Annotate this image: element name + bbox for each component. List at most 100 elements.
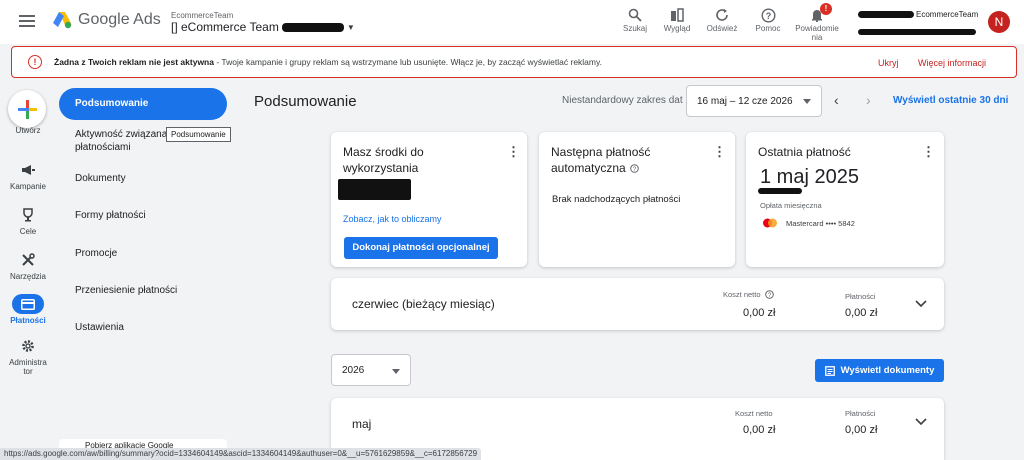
alert-title: Żadna z Twoich reklam nie jest aktywna — [54, 57, 214, 67]
more-options-icon[interactable]: ⋮ — [922, 144, 935, 160]
next-payment-card: Następna płatność automatyczna ? ⋮ Brak … — [539, 132, 735, 267]
help-icon[interactable]: ? — [629, 163, 639, 173]
account-name: [] eCommerce Team — [171, 20, 279, 34]
chevron-down-icon[interactable] — [915, 418, 927, 426]
mastercard-icon — [763, 218, 777, 228]
available-funds-title-line2: wykorzystania — [343, 161, 419, 175]
create-label-item[interactable]: Utwórz — [0, 126, 56, 135]
nav-campaigns-label: Kampanie — [9, 182, 47, 191]
appearance-button[interactable]: Wygląd — [662, 6, 692, 33]
nav-goals[interactable]: Cele — [0, 205, 56, 236]
next-payment-title-line1: Następna płatność — [551, 145, 651, 159]
nav-campaigns[interactable]: Kampanie — [0, 160, 56, 191]
refresh-icon — [715, 6, 729, 24]
year-value: 2026 — [342, 365, 365, 376]
how-calculated-link[interactable]: Zobacz, jak to obliczamy — [343, 214, 442, 224]
may-net-cost-label: Koszt netto — [735, 409, 773, 418]
nav-admin-label-line2: tor — [23, 367, 33, 376]
notifications-button[interactable]: ! Powiadomie nia — [793, 3, 841, 42]
subnav-payment-activity-line2: płatnościami — [75, 142, 131, 153]
document-icon — [824, 365, 835, 376]
more-info-link[interactable]: Więcej informacji — [918, 58, 986, 68]
nav-tools[interactable]: Narzędzia — [0, 250, 56, 281]
notifications-label-line2: nia — [811, 33, 823, 42]
redacted-balance — [338, 179, 411, 200]
optional-payment-button[interactable]: Dokonaj płatności opcjonalnej — [344, 237, 498, 259]
nav-payments[interactable]: Płatności — [0, 294, 56, 325]
create-button[interactable] — [8, 90, 46, 128]
dropdown-caret-icon — [392, 369, 400, 374]
user-org: EcommerceTeam — [916, 10, 979, 19]
monthly-fee-label: Opłata miesięczna — [760, 201, 822, 210]
nav-admin[interactable]: Administra tor — [0, 336, 56, 376]
google-ads-logo-icon — [53, 12, 72, 29]
notification-badge: ! — [820, 3, 832, 15]
last-payment-card: Ostatnia płatność ⋮ 1 maj 2025 Opłata mi… — [746, 132, 944, 267]
appearance-icon — [670, 6, 684, 24]
alert-message: Żadna z Twoich reklam nie jest aktywna -… — [54, 57, 602, 67]
prev-period-icon[interactable]: ‹ — [834, 92, 839, 108]
next-period-icon[interactable]: › — [866, 92, 871, 108]
chevron-down-icon[interactable] — [915, 300, 927, 308]
available-funds-card: Masz środki do wykorzystania ⋮ Zobacz, j… — [331, 132, 527, 267]
menu-icon[interactable] — [19, 15, 35, 27]
nav-admin-label-line1: Administra — [9, 358, 47, 367]
more-options-icon[interactable]: ⋮ — [507, 144, 520, 160]
google-ads-logo[interactable]: Google Ads — [52, 11, 161, 29]
last-payment-title: Ostatnia płatność — [758, 145, 851, 159]
last-payment-date: 1 maj 2025 — [760, 166, 859, 188]
help-icon[interactable]: ? — [764, 290, 774, 299]
hide-alert-button[interactable]: Ukryj — [878, 58, 899, 68]
payments-value: 0,00 zł — [845, 307, 878, 319]
available-funds-title: Masz środki do wykorzystania — [343, 144, 424, 176]
view-documents-label: Wyświetl dokumenty — [840, 365, 935, 376]
error-icon: ! — [28, 55, 42, 69]
alert-body: - Twoje kampanie i grupy reklam są wstrz… — [213, 57, 602, 67]
refresh-button[interactable]: Odśwież — [704, 6, 740, 33]
svg-text:?: ? — [765, 11, 771, 21]
net-cost-label: Koszt netto — [723, 290, 761, 299]
search-button[interactable]: Szukaj — [620, 6, 650, 33]
user-menu[interactable]: EcommerceTeam — [858, 10, 978, 40]
notifications-label-line1: Powiadomie — [795, 24, 839, 33]
next-payment-title-line2: automatyczna — [551, 161, 626, 175]
account-switcher[interactable]: EcommerceTeam [] eCommerce Team ▼ — [171, 11, 355, 34]
nav-payments-label: Płatności — [10, 316, 46, 325]
chevron-down-icon: ▼ — [346, 22, 355, 32]
may-net-cost-value: 0,00 zł — [743, 424, 776, 436]
view-documents-button[interactable]: Wyświetl dokumenty — [815, 359, 944, 382]
app-name: Google Ads — [78, 11, 161, 28]
current-month-row[interactable]: czerwiec (bieżący miesiąc) Koszt netto ?… — [331, 278, 944, 330]
subnav-transfer[interactable]: Przeniesienie płatności — [59, 284, 227, 297]
show-last-30-days-link[interactable]: Wyświetl ostatnie 30 dni — [893, 95, 1008, 106]
page-title: Podsumowanie — [254, 93, 357, 110]
refresh-label: Odśwież — [706, 24, 738, 33]
may-payments-label: Płatności — [845, 409, 876, 418]
subnav-payment-methods[interactable]: Formy płatności — [59, 209, 227, 222]
alert-banner: ! Żadna z Twoich reklam nie jest aktywna… — [11, 46, 1017, 78]
plus-icon — [18, 100, 37, 119]
date-range-label: Niestandardowy zakres dat — [562, 95, 683, 106]
may-title: maj — [352, 417, 372, 431]
tooltip: Podsumowanie — [166, 127, 231, 142]
tools-icon — [0, 250, 56, 270]
payment-card-icon — [12, 294, 44, 314]
subnav-summary[interactable]: Podsumowanie — [59, 88, 227, 120]
avatar[interactable]: N — [988, 11, 1010, 33]
help-button[interactable]: ? Pomoc — [753, 6, 783, 33]
payments-label: Płatności — [845, 292, 876, 301]
create-label: Utwórz — [15, 126, 41, 135]
date-range-select[interactable]: 16 maj – 12 cze 2026 — [686, 85, 822, 117]
subnav-settings[interactable]: Ustawienia — [59, 321, 227, 334]
available-funds-title-line1: Masz środki do — [343, 145, 424, 159]
help-label: Pomoc — [755, 24, 781, 33]
more-options-icon[interactable]: ⋮ — [713, 144, 726, 160]
appearance-label: Wygląd — [663, 24, 691, 33]
subnav-documents[interactable]: Dokumenty — [59, 172, 227, 185]
nav-goals-label: Cele — [19, 227, 37, 236]
account-org: EcommerceTeam — [171, 11, 234, 20]
current-month-title: czerwiec (bieżący miesiąc) — [352, 297, 495, 311]
subnav-promotions[interactable]: Promocje — [59, 247, 227, 260]
campaigns-icon — [0, 160, 56, 180]
year-select[interactable]: 2026 — [331, 354, 411, 386]
